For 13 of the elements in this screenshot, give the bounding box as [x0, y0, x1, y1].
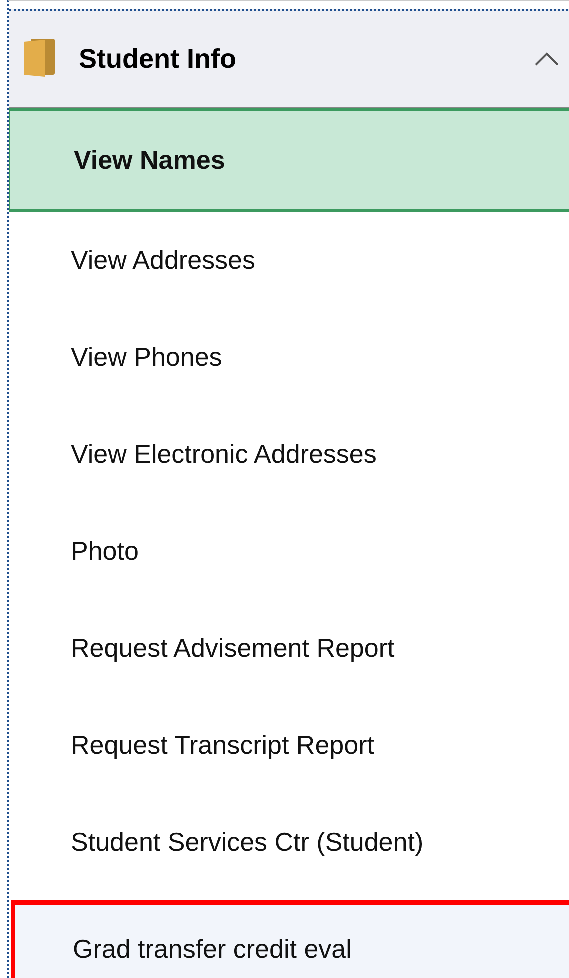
menu-item[interactable]: Request Advisement Report	[9, 600, 569, 697]
section-header[interactable]: Student Info	[9, 9, 569, 108]
menu-item[interactable]: Student Services Ctr (Student)	[9, 794, 569, 891]
chevron-icon[interactable]	[534, 51, 560, 67]
menu-item[interactable]: Grad transfer credit eval	[11, 900, 569, 978]
menu-item[interactable]: View Electronic Addresses	[9, 406, 569, 503]
menu-item[interactable]: View Names	[9, 108, 569, 212]
section-title: Student Info	[79, 44, 238, 74]
folder-icon	[23, 39, 55, 79]
menu-item[interactable]: Request Transcript Report	[9, 697, 569, 794]
menu-item[interactable]: View Addresses	[9, 212, 569, 309]
menu-item[interactable]: View Phones	[9, 309, 569, 406]
menu-item[interactable]: Photo	[9, 503, 569, 600]
